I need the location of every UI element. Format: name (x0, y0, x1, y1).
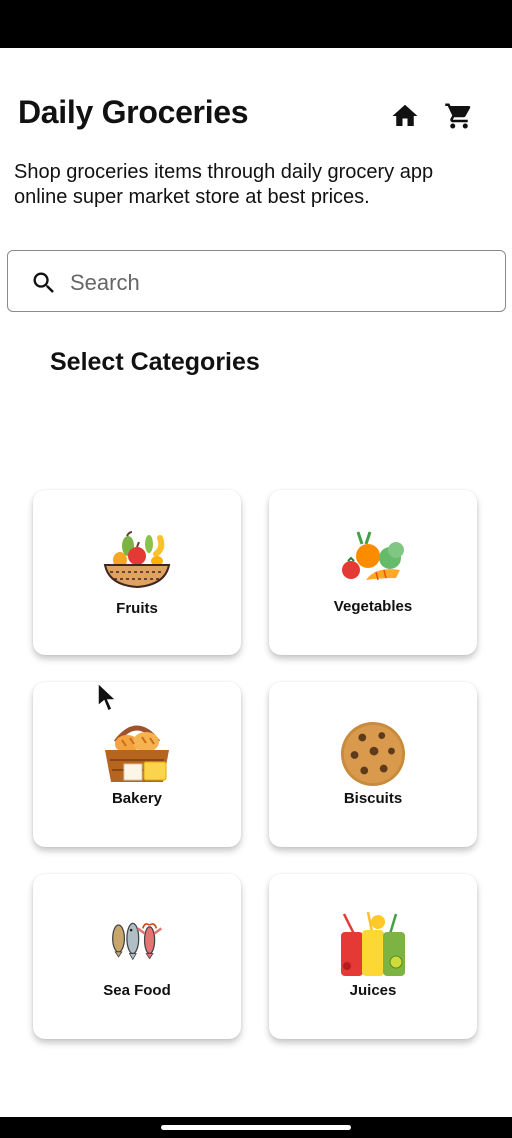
search-bar[interactable] (7, 250, 506, 312)
cart-icon (445, 103, 471, 129)
category-card-juices[interactable]: Juices (269, 874, 477, 1039)
category-label: Biscuits (343, 790, 403, 807)
fruit-basket-icon (103, 531, 171, 589)
mouse-pointer-icon (97, 682, 118, 713)
home-gesture-handle[interactable] (161, 1125, 351, 1130)
home-button[interactable] (389, 100, 421, 132)
search-input[interactable] (68, 261, 492, 305)
category-card-biscuits[interactable]: Biscuits (269, 682, 477, 847)
seafood-icon (112, 922, 163, 961)
category-card-sea-food[interactable]: Sea Food (33, 874, 241, 1039)
status-bar (0, 0, 512, 48)
category-card-fruits[interactable]: Fruits (33, 490, 241, 655)
app-subtitle: Shop groceries items through daily groce… (14, 161, 434, 208)
home-icon (392, 104, 418, 126)
category-label: Juices (349, 982, 397, 999)
app-title: Daily Groceries (18, 94, 249, 130)
category-label: Bakery (111, 790, 163, 807)
vegetables-icon (342, 531, 404, 581)
search-icon (33, 272, 54, 293)
category-label: Sea Food (103, 982, 171, 999)
cart-button[interactable] (443, 100, 475, 132)
bread-basket-icon (105, 725, 169, 782)
category-label: Vegetables (333, 598, 413, 615)
section-title: Select Categories (50, 348, 260, 376)
category-card-bakery[interactable]: Bakery (33, 682, 241, 847)
category-card-vegetables[interactable]: Vegetables (269, 490, 477, 655)
juice-glasses-icon (341, 912, 405, 976)
cookie-icon (340, 721, 406, 787)
category-label: Fruits (116, 600, 158, 617)
